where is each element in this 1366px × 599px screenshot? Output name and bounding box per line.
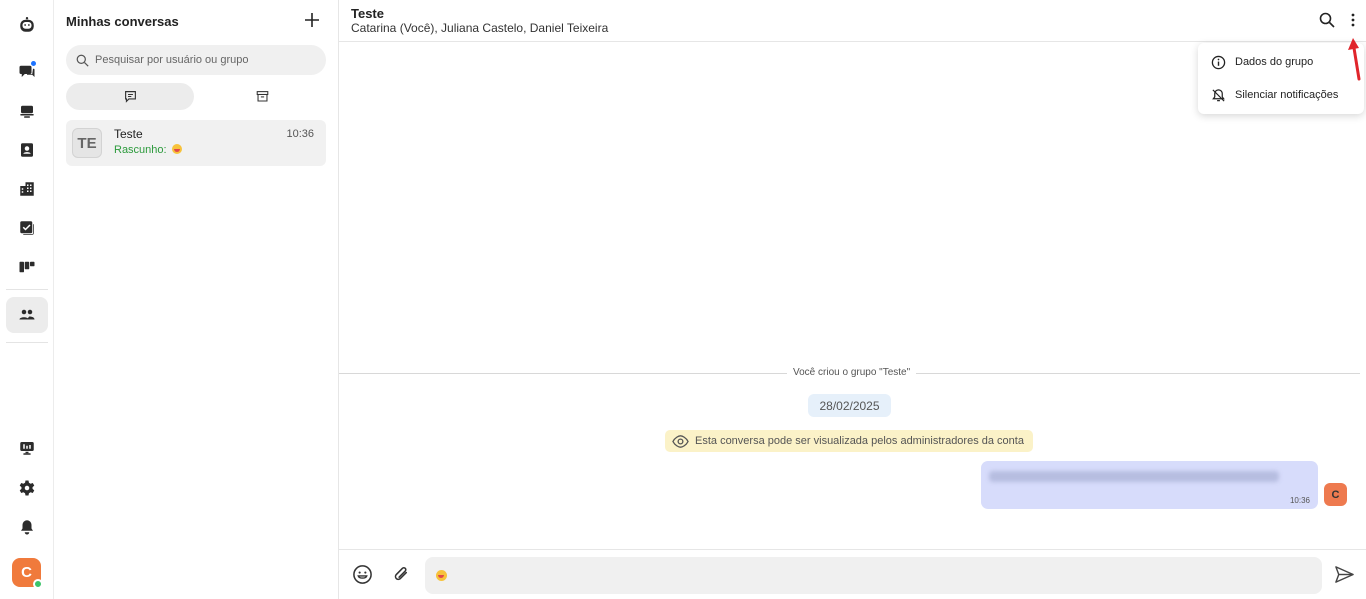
- bell-off-icon: [1212, 88, 1225, 102]
- message-composer: [339, 549, 1366, 599]
- emoji-picker-icon: [352, 564, 372, 584]
- search-icon: [1319, 12, 1335, 28]
- menu-item-mute[interactable]: Silenciar notificações: [1198, 80, 1364, 110]
- more-vertical-icon: [1351, 13, 1355, 27]
- admin-visibility-notice: Esta conversa pode ser visualizada pelos…: [665, 430, 1033, 452]
- conversation-draft: Rascunho:: [114, 144, 182, 156]
- message-time: 10:36: [1289, 496, 1310, 505]
- conversation-name: Teste: [114, 127, 143, 141]
- unread-badge: [30, 60, 37, 67]
- monitor-icon: [20, 442, 34, 455]
- eye-icon: [672, 434, 689, 448]
- message-bubble[interactable]: 10:36: [981, 461, 1318, 509]
- message-avatar: C: [1324, 483, 1347, 506]
- rail-item-company[interactable]: [6, 171, 48, 207]
- search-input[interactable]: [95, 54, 315, 66]
- conversation-list-panel: Minhas conversas TE Teste 10:36 Rascunho…: [54, 0, 339, 599]
- rail-item-kanban[interactable]: [6, 249, 48, 285]
- rail-item-notifications[interactable]: [6, 509, 48, 545]
- notice-text: Esta conversa pode ser visualizada pelos…: [695, 435, 1024, 447]
- rail-item-settings[interactable]: [6, 470, 48, 506]
- emoji-button[interactable]: [350, 562, 374, 586]
- send-button[interactable]: [1332, 562, 1356, 586]
- chat-tab-icon: [124, 91, 136, 103]
- date-separator: 28/02/2025: [808, 394, 891, 417]
- settings-gear-icon: [19, 480, 35, 496]
- paperclip-icon: [394, 566, 407, 580]
- tab-conversations[interactable]: [66, 83, 194, 110]
- left-icon-rail: C: [0, 0, 54, 599]
- conversation-avatar: TE: [72, 128, 102, 158]
- chat-panel: Teste Catarina (Você), Juliana Castelo, …: [339, 0, 1366, 599]
- user-avatar[interactable]: C: [12, 558, 43, 589]
- chat-header: Teste Catarina (Você), Juliana Castelo, …: [339, 0, 1366, 42]
- menu-item-label: Dados do grupo: [1235, 56, 1314, 68]
- contacts-icon: [21, 143, 33, 157]
- archive-tab-icon: [256, 91, 269, 102]
- conversation-time: 10:36: [286, 128, 314, 140]
- plus-icon: [305, 13, 319, 27]
- system-message: Você criou o grupo "Teste": [787, 367, 917, 378]
- rail-item-inbox[interactable]: [6, 93, 48, 129]
- conversation-search[interactable]: [66, 45, 326, 75]
- menu-item-label: Silenciar notificações: [1235, 89, 1339, 101]
- info-icon: [1211, 55, 1226, 69]
- rail-item-contacts[interactable]: [6, 132, 48, 168]
- tab-archived[interactable]: [199, 83, 326, 110]
- conversation-list-title: Minhas conversas: [66, 14, 179, 29]
- draft-label: Rascunho:: [114, 144, 167, 156]
- chat-search-button[interactable]: [1317, 10, 1337, 30]
- rail-item-tasks[interactable]: [6, 210, 48, 246]
- blurred-message-text: [989, 471, 1279, 482]
- chat-members: Catarina (Você), Juliana Castelo, Daniel…: [351, 21, 609, 35]
- company-icon: [20, 182, 34, 196]
- chat-title[interactable]: Teste: [351, 6, 384, 21]
- annotation-arrow-icon: [1348, 38, 1361, 81]
- team-chat-icon: [19, 309, 35, 320]
- online-status-dot: [33, 579, 43, 589]
- rail-divider: [6, 342, 48, 343]
- options-menu: Dados do grupo Silenciar notificações: [1198, 43, 1364, 114]
- search-icon: [76, 54, 89, 67]
- app-root: C Minhas conversas TE Teste 10:36 Rascun…: [0, 0, 1366, 599]
- rail-item-chats[interactable]: [6, 53, 48, 89]
- conversation-item[interactable]: TE Teste 10:36 Rascunho:: [66, 120, 326, 166]
- menu-item-group-info[interactable]: Dados do grupo: [1198, 47, 1364, 77]
- logo-icon: [20, 17, 34, 32]
- emoji-icon: [171, 144, 182, 154]
- rail-item-monitor[interactable]: [6, 430, 48, 466]
- more-options-button[interactable]: [1343, 10, 1363, 30]
- notifications-bell-icon: [21, 520, 33, 535]
- rail-divider: [6, 289, 48, 290]
- new-conversation-button[interactable]: [301, 9, 323, 31]
- attach-button[interactable]: [389, 562, 413, 586]
- rail-item-team-chat[interactable]: [6, 297, 48, 333]
- kanban-icon: [19, 261, 35, 273]
- emoji-icon: [436, 570, 447, 581]
- send-icon: [1334, 565, 1354, 583]
- message-input[interactable]: [425, 557, 1322, 594]
- inbox-icon: [20, 105, 34, 118]
- tasks-icon: [20, 221, 34, 235]
- app-logo[interactable]: [6, 7, 48, 43]
